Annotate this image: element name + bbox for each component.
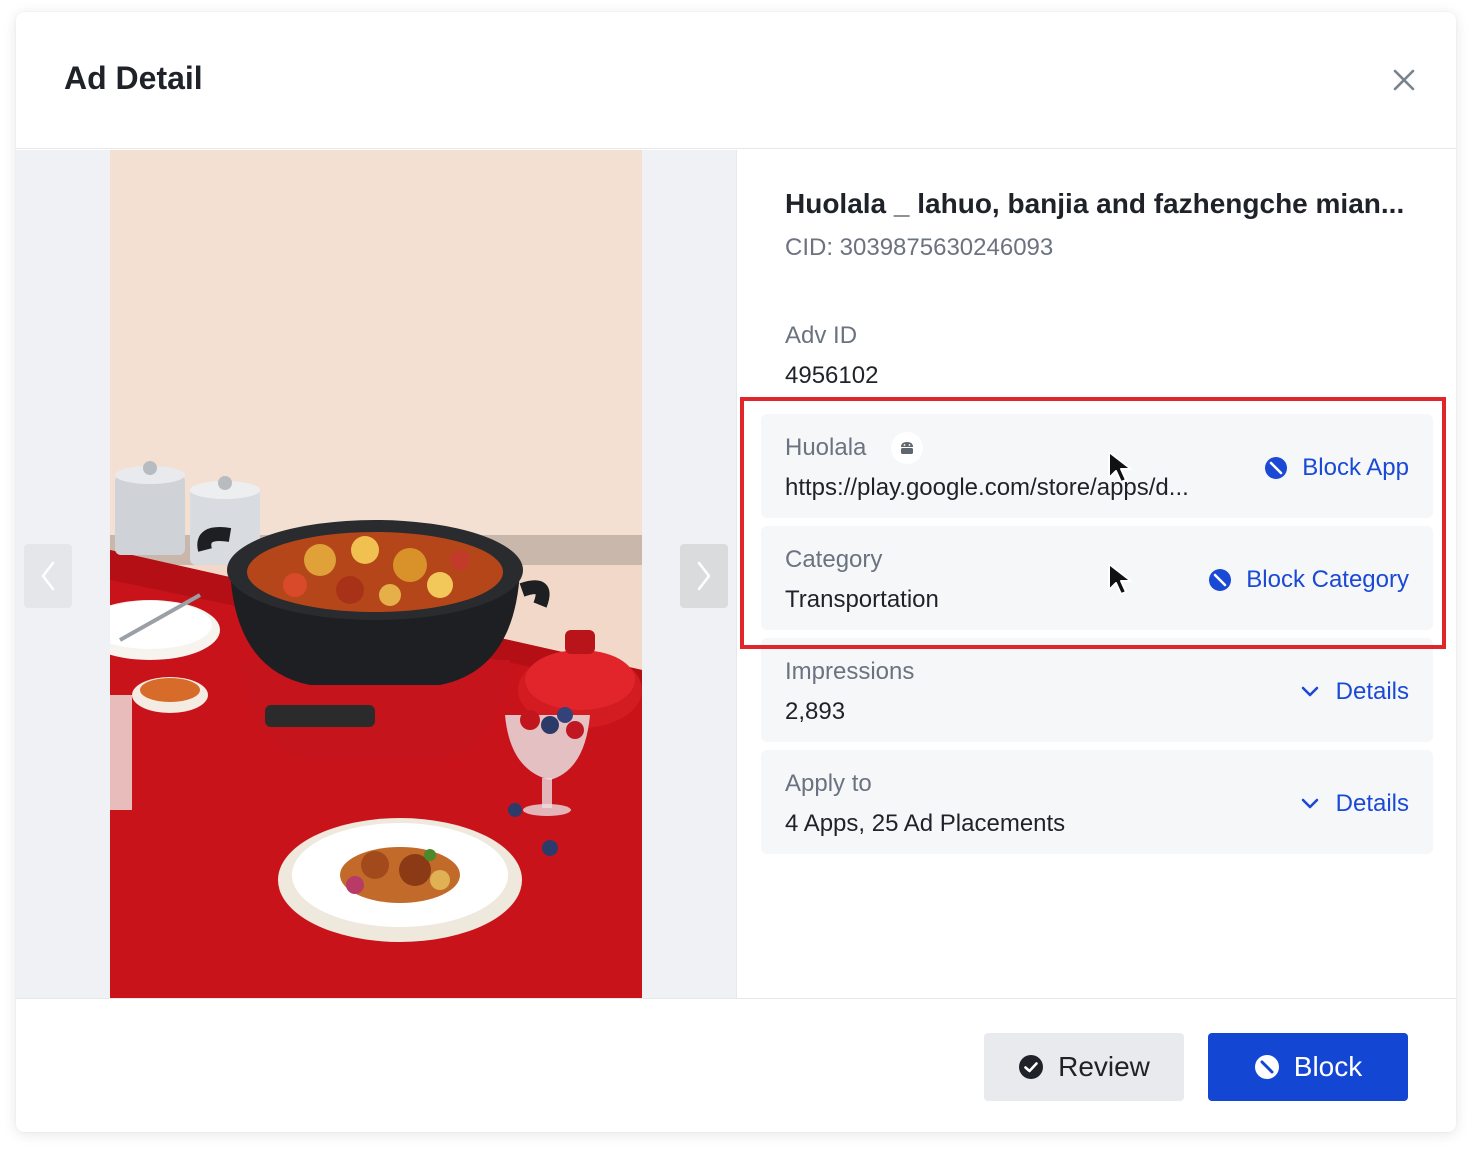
- app-name: Huolala: [785, 434, 867, 461]
- app-card: Huolala https://play.google.com/store/ap…: [761, 414, 1433, 518]
- block-button[interactable]: Block: [1208, 1033, 1408, 1101]
- modal-title: Ad Detail: [64, 60, 203, 96]
- impressions-details-button[interactable]: Details: [1298, 678, 1409, 706]
- adv-id-value: 4956102: [785, 362, 879, 389]
- app-store-url[interactable]: https://play.google.com/store/apps/d...: [785, 474, 1233, 502]
- review-button-label: Review: [1058, 1051, 1150, 1082]
- ad-title: Huolala _ lahuo, banjia and fazhengche m…: [785, 188, 1405, 219]
- block-button-label: Block: [1293, 1051, 1363, 1082]
- block-icon: [1254, 1055, 1279, 1079]
- chevron-right-icon: [697, 561, 711, 591]
- ad-media-pane: [16, 150, 736, 998]
- impressions-label: Impressions: [785, 658, 915, 685]
- check-circle-icon: [1019, 1055, 1044, 1079]
- category-value: Transportation: [785, 586, 939, 613]
- impressions-card: Impressions 2,893 Details: [761, 638, 1433, 742]
- review-button[interactable]: Review: [984, 1033, 1184, 1101]
- apply-to-value: 4 Apps, 25 Ad Placements: [785, 810, 1066, 837]
- category-card: Category Transportation Block Category: [761, 526, 1433, 630]
- impressions-details-label: Details: [1335, 678, 1409, 705]
- category-label: Category: [785, 546, 883, 573]
- block-app-label: Block App: [1302, 454, 1409, 481]
- ad-info-pane: Huolala _ lahuo, banjia and fazhengche m…: [736, 150, 1456, 998]
- ad-cid: CID: 3039875630246093: [785, 234, 1054, 261]
- ad-detail-modal: Ad Detail Huolala _ lahuo, banjia and fa…: [16, 12, 1456, 1132]
- android-icon: [891, 432, 923, 464]
- chevron-down-icon: [1301, 798, 1318, 809]
- chevron-left-icon: [41, 561, 55, 591]
- modal-header: Ad Detail: [16, 12, 1456, 149]
- ad-creative-image: [110, 150, 642, 998]
- apply-to-card: Apply to 4 Apps, 25 Ad Placements Detail…: [761, 750, 1433, 854]
- close-icon[interactable]: [1388, 64, 1420, 96]
- apply-to-details-button[interactable]: Details: [1298, 790, 1409, 818]
- block-category-label: Block Category: [1246, 566, 1409, 593]
- adv-id-label: Adv ID: [785, 322, 858, 349]
- block-icon: [1209, 569, 1232, 591]
- block-app-button[interactable]: Block App: [1264, 454, 1409, 482]
- chevron-down-icon: [1301, 686, 1318, 697]
- modal-footer: Review Block: [16, 998, 1456, 1132]
- block-icon: [1265, 457, 1288, 479]
- block-category-button[interactable]: Block Category: [1208, 566, 1409, 594]
- next-image-button[interactable]: [680, 544, 728, 608]
- previous-image-button[interactable]: [24, 544, 72, 608]
- impressions-value: 2,893: [785, 698, 846, 725]
- apply-to-details-label: Details: [1335, 790, 1409, 817]
- apply-to-label: Apply to: [785, 770, 872, 797]
